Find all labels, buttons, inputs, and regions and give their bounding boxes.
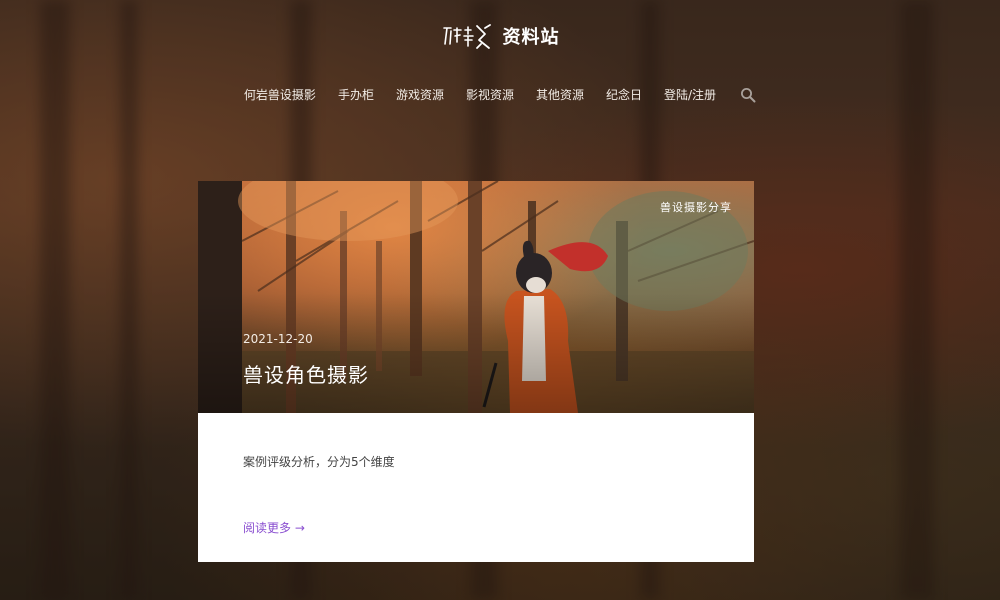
post-category-link[interactable]: 兽设摄影分享 [660, 199, 732, 215]
post-date: 2021-12-20 [243, 332, 313, 346]
site-header: 资料站 何岩兽设摄影 手办柜 游戏资源 影视资源 其他资源 纪念日 登陆/注册 [0, 0, 1000, 130]
nav-item-photography[interactable]: 何岩兽设摄影 [244, 86, 316, 103]
nav-item-figures[interactable]: 手办柜 [338, 86, 374, 103]
site-logo[interactable]: 资料站 [0, 22, 1000, 50]
nav-item-other[interactable]: 其他资源 [536, 86, 584, 103]
main-nav: 何岩兽设摄影 手办柜 游戏资源 影视资源 其他资源 纪念日 登陆/注册 [0, 86, 1000, 103]
site-title: 资料站 [502, 27, 560, 48]
post-excerpt: 案例评级分析，分为5个维度 [243, 455, 395, 469]
post-card: 兽设摄影分享 2021-12-20 兽设角色摄影 案例评级分析，分为5个维度 阅… [198, 181, 754, 562]
nav-item-movies[interactable]: 影视资源 [466, 86, 514, 103]
image-gradient-overlay [198, 293, 754, 413]
handwritten-logo-icon [442, 24, 491, 49]
nav-item-login[interactable]: 登陆/注册 [664, 86, 716, 103]
nav-item-games[interactable]: 游戏资源 [396, 86, 444, 103]
post-cover-image[interactable]: 兽设摄影分享 2021-12-20 兽设角色摄影 [198, 181, 754, 413]
read-more-link[interactable]: 阅读更多 → [243, 519, 305, 536]
nav-item-anniversary[interactable]: 纪念日 [606, 86, 642, 103]
post-title[interactable]: 兽设角色摄影 [243, 359, 369, 388]
page: 资料站 何岩兽设摄影 手办柜 游戏资源 影视资源 其他资源 纪念日 登陆/注册 [0, 0, 1000, 600]
search-icon[interactable] [740, 87, 756, 103]
